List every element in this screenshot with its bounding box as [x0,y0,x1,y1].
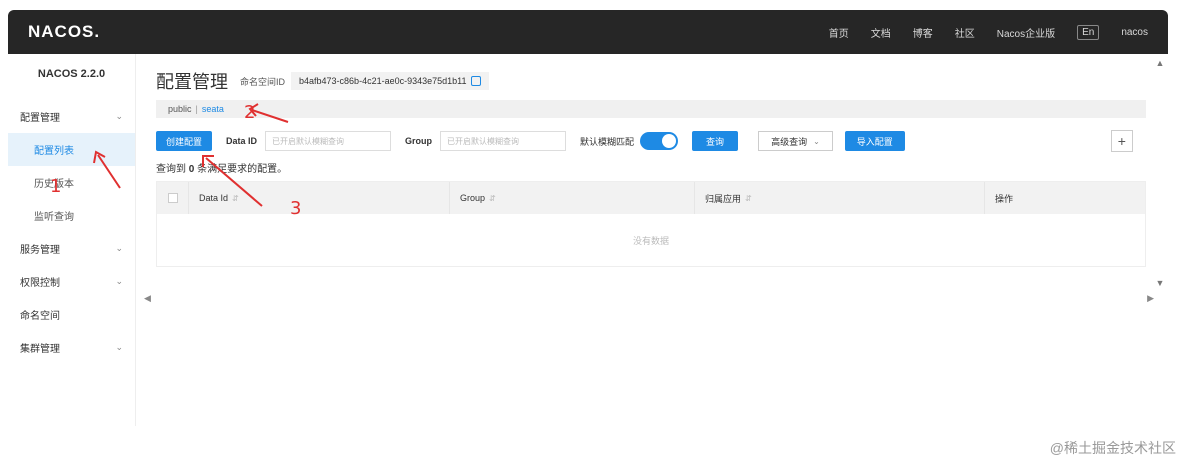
column-label: 归属应用 [705,193,742,204]
annotation-label-3: 3 [290,198,302,219]
column-data-id[interactable]: Data Id ⇵ [189,182,450,214]
chevron-down-icon: ⌄ [115,276,123,286]
top-nav-links: 首页 文档 博客 社区 Nacos企业版 En nacos [829,24,1148,40]
table-header: Data Id ⇵ Group ⇵ 归属应用 ⇵ 操作 [157,182,1145,214]
sort-icon: ⇵ [489,193,496,203]
nav-home[interactable]: 首页 [829,25,849,40]
select-all-cell [157,182,189,214]
column-group[interactable]: Group ⇵ [450,182,695,214]
sidebar-item-label: 权限控制 [20,278,60,289]
create-config-button[interactable]: 创建配置 [156,131,213,151]
annotation-label-2: 2 [244,102,256,123]
column-label: Data Id [199,193,229,203]
scroll-right-icon[interactable]: ▶ [1147,293,1154,304]
column-label: 操作 [995,193,1014,204]
user-menu[interactable]: nacos [1121,27,1148,38]
group-input[interactable]: 已开启默认模糊查询 [440,131,567,151]
group-label: Group [405,136,433,146]
select-all-checkbox[interactable] [167,193,178,203]
sidebar-item-history[interactable]: 历史版本 [8,166,135,199]
title-row: 配置管理 命名空间ID b4afb473-c86b-4c21-ae0c-9343… [156,68,1168,94]
vertical-scrollbar[interactable]: ▲ ▼ [1154,58,1166,288]
watermark: @稀土掘金技术社区 [1049,440,1176,456]
namespace-label: 命名空间ID [240,76,286,87]
result-summary: 查询到 0 条满足要求的配置。 [156,160,1168,175]
advanced-query-label: 高级查询 [771,136,808,147]
sidebar-item-label: 集群管理 [20,344,60,355]
annotation-label-1: 1 [50,176,62,197]
chevron-down-icon: ⌄ [115,243,123,253]
scroll-up-icon[interactable]: ▲ [1156,58,1165,68]
sidebar-item-listener-query[interactable]: 监听查询 [8,199,135,232]
namespace-separator: | [195,104,198,114]
fuzzy-match-toggle[interactable] [640,132,679,150]
sidebar: NACOS 2.2.0 配置管理 ⌄ 配置列表 历史版本 监听查询 服务管理 ⌄… [8,54,136,426]
namespace-tab-public[interactable]: public [168,104,192,114]
top-navbar: NACOS. 首页 文档 博客 社区 Nacos企业版 En nacos [8,10,1168,54]
result-count: 0 [188,164,195,175]
namespace-tab-seata[interactable]: seata [202,104,224,114]
result-suffix: 条满足要求的配置。 [197,164,288,175]
scroll-left-icon[interactable]: ◀ [144,293,151,304]
sidebar-item-label: 配置列表 [34,146,74,157]
sidebar-item-service-management[interactable]: 服务管理 ⌄ [8,232,135,265]
nacos-logo[interactable]: NACOS. [28,22,100,42]
language-switch[interactable]: En [1077,24,1100,40]
data-id-label: Data ID [226,136,258,146]
scroll-down-icon[interactable]: ▼ [1156,278,1165,288]
nav-community[interactable]: 社区 [955,25,975,40]
sidebar-item-label: 监听查询 [34,212,74,223]
column-label: Group [460,193,486,203]
version-label: NACOS 2.2.0 [37,68,106,80]
app-body: NACOS 2.2.0 配置管理 ⌄ 配置列表 历史版本 监听查询 服务管理 ⌄… [8,54,1168,426]
import-config-button[interactable]: 导入配置 [844,131,905,151]
sidebar-item-label: 命名空间 [20,311,60,322]
column-app[interactable]: 归属应用 ⇵ [695,182,985,214]
copy-icon[interactable] [470,76,481,86]
nav-docs[interactable]: 文档 [871,25,891,40]
advanced-query-button[interactable]: 高级查询 ⌄ [758,131,833,151]
sidebar-item-label: 配置管理 [20,113,60,124]
plus-icon[interactable]: + [1110,130,1133,152]
result-prefix: 查询到 [156,164,186,175]
chevron-down-icon: ⌄ [115,342,123,352]
empty-state: 没有数据 [632,235,669,246]
chevron-down-icon: ⌄ [813,136,820,146]
sidebar-item-config-list[interactable]: 配置列表 [8,133,135,166]
sort-icon: ⇵ [745,193,752,203]
fuzzy-match-label: 默认模糊匹配 [580,136,635,147]
sidebar-item-label: 服务管理 [20,245,60,256]
query-button[interactable]: 查询 [692,131,739,151]
sidebar-item-cluster-management[interactable]: 集群管理 ⌄ [8,331,135,364]
sort-icon: ⇵ [232,193,239,203]
config-table: Data Id ⇵ Group ⇵ 归属应用 ⇵ 操作 没有数据 [156,181,1146,267]
page-title: 配置管理 [156,72,228,92]
sidebar-item-config-management[interactable]: 配置管理 ⌄ [8,100,135,133]
nav-enterprise[interactable]: Nacos企业版 [997,25,1055,40]
search-bar: 创建配置 Data ID 已开启默认模糊查询 Group 已开启默认模糊查询 默… [156,130,1168,152]
column-actions: 操作 [985,182,1145,214]
chevron-down-icon: ⌄ [115,111,123,121]
horizontal-scrollbar[interactable]: ◀ ▶ [8,292,1154,304]
namespace-tabs: public | seata [156,100,1146,118]
main-content: 配置管理 命名空间ID b4afb473-c86b-4c21-ae0c-9343… [136,54,1168,426]
nav-blog[interactable]: 博客 [913,25,933,40]
namespace-id-box: b4afb473-c86b-4c21-ae0c-9343e75d1b11 [291,72,489,90]
namespace-id: b4afb473-c86b-4c21-ae0c-9343e75d1b11 [299,76,467,86]
data-id-input[interactable]: 已开启默认模糊查询 [265,131,392,151]
